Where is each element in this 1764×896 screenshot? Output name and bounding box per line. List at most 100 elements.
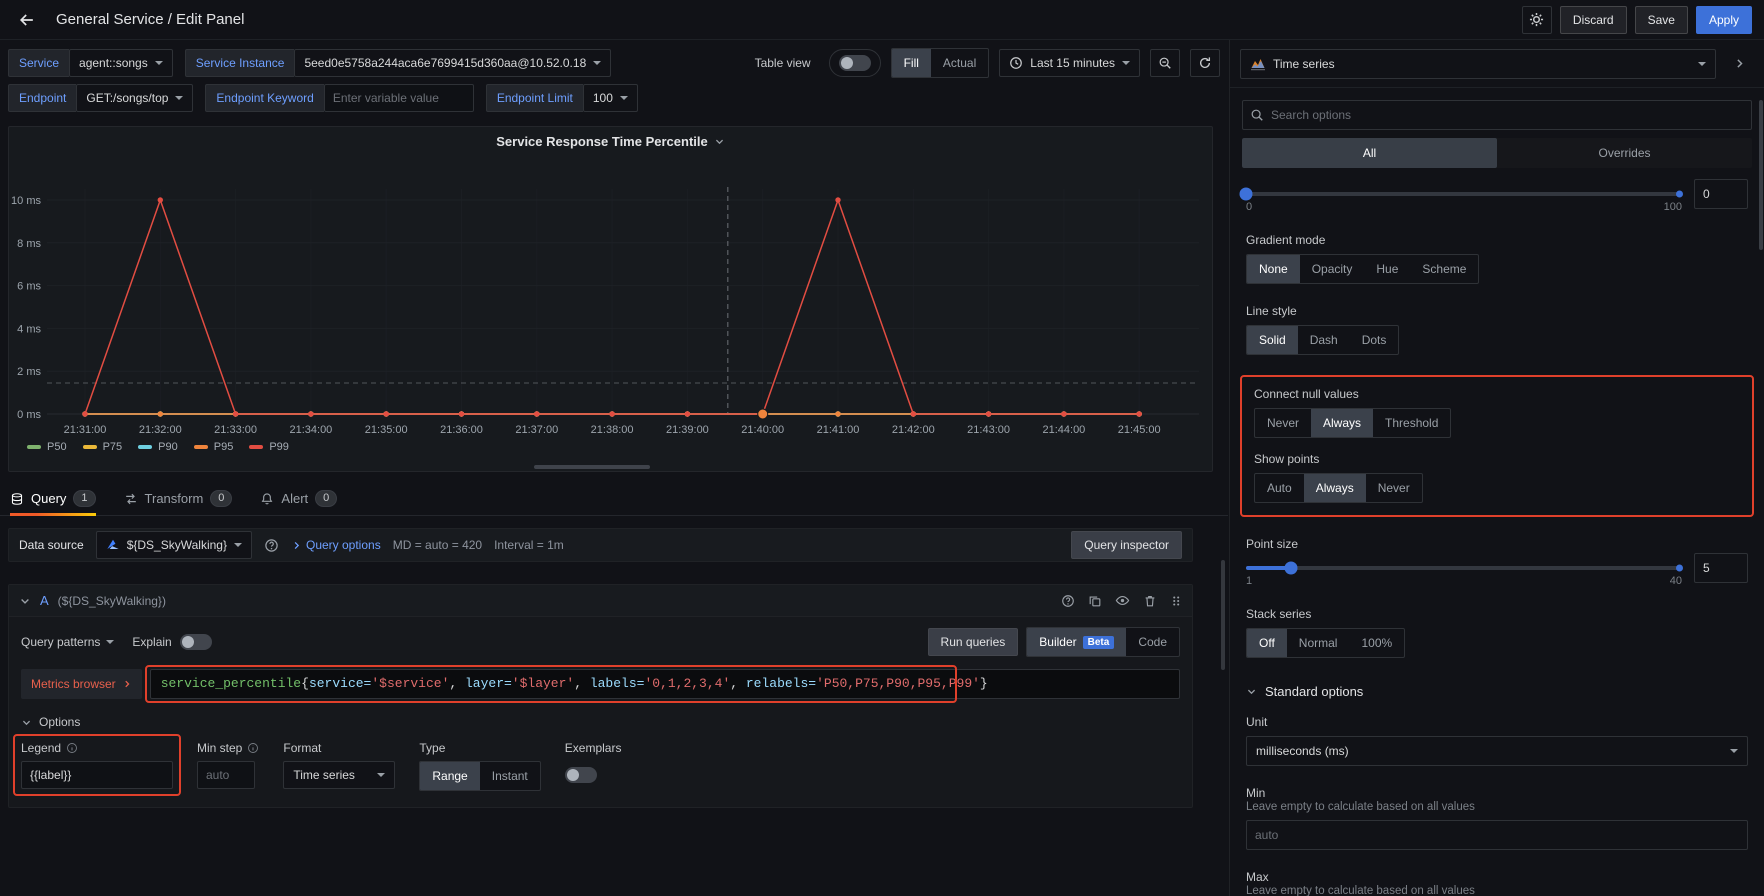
tab-alert[interactable]: Alert 0 bbox=[260, 482, 337, 515]
options-search-input[interactable] bbox=[1242, 100, 1752, 130]
endpoint-keyword-input[interactable] bbox=[324, 84, 474, 112]
slider-rail[interactable] bbox=[1246, 192, 1682, 196]
legend-item[interactable]: P90 bbox=[138, 441, 178, 453]
beta-badge: Beta bbox=[1083, 636, 1115, 649]
datasource-label: Data source bbox=[19, 538, 84, 552]
option-always[interactable]: Always bbox=[1304, 474, 1366, 502]
endpoint-limit-value[interactable]: 100 bbox=[583, 84, 638, 112]
query-token: relabels= bbox=[746, 676, 816, 691]
table-view-toggle[interactable] bbox=[829, 49, 881, 77]
option-hue[interactable]: Hue bbox=[1364, 255, 1410, 283]
query-patterns-button[interactable]: Query patterns bbox=[21, 635, 114, 649]
option-auto[interactable]: Auto bbox=[1255, 474, 1304, 502]
help-circle-icon[interactable] bbox=[1061, 594, 1075, 608]
option-all[interactable]: All bbox=[1242, 138, 1497, 168]
option-none[interactable]: None bbox=[1247, 255, 1300, 283]
metrics-browser-button[interactable]: Metrics browser bbox=[21, 669, 142, 699]
option-overrides[interactable]: Overrides bbox=[1497, 138, 1752, 168]
option-dash[interactable]: Dash bbox=[1298, 326, 1350, 354]
option-never[interactable]: Never bbox=[1255, 409, 1311, 437]
duplicate-query-icon[interactable] bbox=[1088, 594, 1102, 608]
query-options-toggle[interactable]: Query options bbox=[291, 538, 381, 552]
caret-down-icon bbox=[1730, 749, 1738, 753]
option-threshold[interactable]: Threshold bbox=[1373, 409, 1450, 437]
option-opacity[interactable]: Opacity bbox=[1300, 255, 1365, 283]
tab-query[interactable]: Query 1 bbox=[10, 482, 96, 515]
horizontal-scrollbar[interactable] bbox=[534, 465, 650, 469]
legend-item[interactable]: P95 bbox=[194, 441, 234, 453]
visualization-picker[interactable]: Time series bbox=[1240, 49, 1716, 79]
apply-button[interactable]: Apply bbox=[1696, 6, 1752, 34]
legend-label: P90 bbox=[158, 441, 178, 453]
drag-handle-icon[interactable] bbox=[1170, 594, 1182, 608]
unit-group: Unit milliseconds (ms) bbox=[1246, 715, 1748, 766]
datasource-picker[interactable]: ${DS_SkyWalking} bbox=[96, 531, 252, 559]
trash-icon[interactable] bbox=[1143, 594, 1157, 608]
service-instance-variable-value[interactable]: 5eed0e5758a244aca6e7699415d360aa@10.52.0… bbox=[294, 49, 611, 77]
run-queries-button[interactable]: Run queries bbox=[928, 628, 1019, 656]
option-instant[interactable]: Instant bbox=[480, 762, 540, 790]
explain-toggle[interactable] bbox=[180, 634, 212, 650]
annotation-box-options: Connect null values NeverAlwaysThreshold… bbox=[1240, 375, 1754, 517]
main-scrollbar[interactable] bbox=[1221, 560, 1225, 670]
point-size-slider[interactable]: 1 40 bbox=[1246, 558, 1682, 587]
option-normal[interactable]: Normal bbox=[1287, 629, 1350, 657]
tab-alert-label: Alert bbox=[281, 491, 308, 506]
collapse-query-icon[interactable] bbox=[19, 595, 31, 607]
query-token: labels= bbox=[590, 676, 645, 691]
tab-transform[interactable]: Transform 0 bbox=[124, 482, 233, 515]
datasource-help-button[interactable] bbox=[264, 538, 279, 553]
legend-item[interactable]: P50 bbox=[27, 441, 67, 453]
slider-rail[interactable] bbox=[1246, 566, 1682, 570]
slider-handle[interactable] bbox=[1284, 562, 1297, 575]
sidebar-scrollbar[interactable] bbox=[1759, 100, 1763, 250]
standard-options-section-toggle[interactable]: Standard options bbox=[1246, 684, 1748, 699]
option-dots[interactable]: Dots bbox=[1350, 326, 1399, 354]
save-button[interactable]: Save bbox=[1635, 6, 1688, 34]
time-range-button[interactable]: Last 15 minutes bbox=[999, 49, 1140, 77]
option-100-[interactable]: 100% bbox=[1349, 629, 1404, 657]
builder-mode-option[interactable]: Builder Beta bbox=[1027, 628, 1126, 656]
option-solid[interactable]: Solid bbox=[1247, 326, 1298, 354]
option-off[interactable]: Off bbox=[1247, 629, 1287, 657]
svg-text:0 ms: 0 ms bbox=[17, 409, 41, 421]
page-title: General Service / Edit Panel bbox=[56, 11, 244, 28]
back-button[interactable] bbox=[12, 6, 42, 34]
timeseries-viz-icon bbox=[1250, 56, 1266, 72]
query-code-input[interactable]: service_percentile{service='$service', l… bbox=[150, 669, 1180, 699]
query-ref-id[interactable]: A bbox=[40, 593, 49, 608]
min-step-input[interactable] bbox=[197, 761, 255, 789]
legend-item[interactable]: P75 bbox=[83, 441, 123, 453]
unit-select[interactable]: milliseconds (ms) bbox=[1246, 736, 1748, 766]
options-collapse-toggle[interactable]: Options bbox=[21, 715, 1180, 729]
fill-opacity-value[interactable] bbox=[1694, 179, 1748, 209]
point-size-value[interactable] bbox=[1694, 553, 1748, 583]
min-input[interactable] bbox=[1246, 820, 1748, 850]
discard-button[interactable]: Discard bbox=[1560, 6, 1627, 34]
fill-opacity-slider[interactable]: 0 100 bbox=[1246, 184, 1682, 213]
option-actual[interactable]: Actual bbox=[931, 49, 988, 77]
option-range[interactable]: Range bbox=[420, 762, 479, 790]
legend-field: Legend bbox=[21, 741, 173, 789]
tab-transform-label: Transform bbox=[145, 491, 204, 506]
endpoint-variable-value[interactable]: GET:/songs/top bbox=[76, 84, 193, 112]
code-mode-option[interactable]: Code bbox=[1126, 628, 1179, 656]
format-value-text: Time series bbox=[293, 768, 355, 782]
refresh-button[interactable] bbox=[1190, 49, 1220, 77]
service-variable-value[interactable]: agent::songs bbox=[69, 49, 173, 77]
slider-handle[interactable] bbox=[1240, 188, 1253, 201]
exemplars-toggle[interactable] bbox=[565, 767, 597, 783]
zoom-out-button[interactable] bbox=[1150, 49, 1180, 77]
format-select[interactable]: Time series bbox=[283, 761, 395, 789]
panel-settings-button[interactable] bbox=[1522, 6, 1552, 34]
legend-swatch bbox=[27, 445, 41, 449]
eye-icon[interactable] bbox=[1115, 593, 1130, 608]
option-fill[interactable]: Fill bbox=[892, 49, 931, 77]
query-inspector-button[interactable]: Query inspector bbox=[1071, 531, 1182, 559]
option-never[interactable]: Never bbox=[1366, 474, 1422, 502]
option-always[interactable]: Always bbox=[1311, 409, 1373, 437]
legend-input[interactable] bbox=[21, 761, 173, 789]
legend-item[interactable]: P99 bbox=[249, 441, 289, 453]
option-scheme[interactable]: Scheme bbox=[1410, 255, 1478, 283]
collapse-pane-button[interactable] bbox=[1724, 50, 1754, 78]
